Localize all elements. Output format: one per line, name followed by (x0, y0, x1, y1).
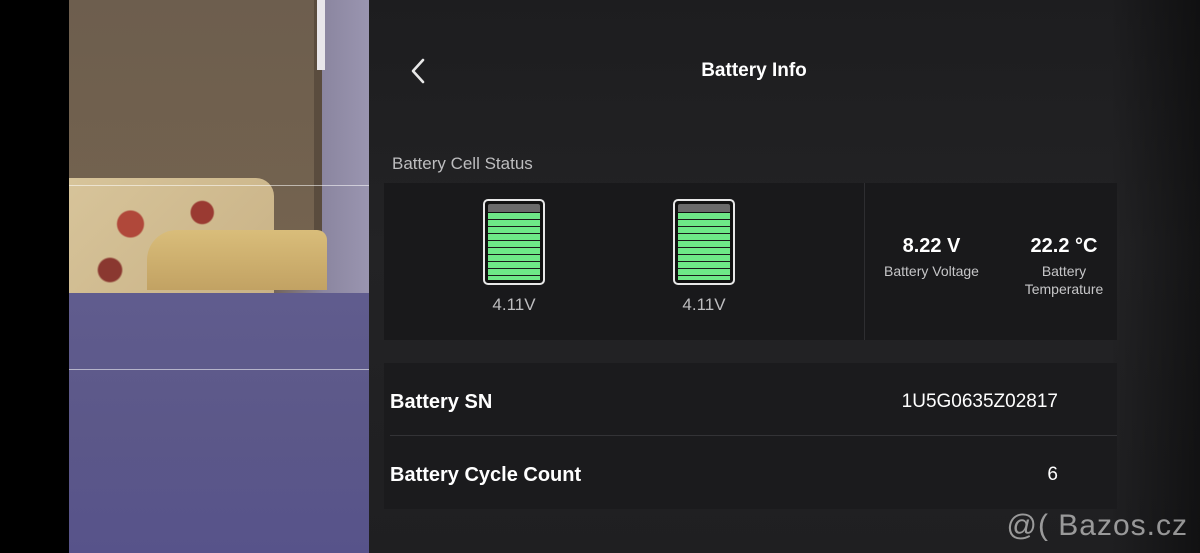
panel-edge-shade (1110, 0, 1200, 553)
camera-feed[interactable] (69, 0, 369, 553)
battery-level-fill (488, 213, 540, 280)
battery-info-panel: Battery Info Battery Cell Status 4.11V 4… (369, 0, 1200, 553)
battery-temperature-value: 22.2 °C (1030, 235, 1098, 257)
watermark: @( Bazos.cz (1006, 509, 1188, 542)
info-row-cycle-count: Battery Cycle Count 6 (390, 439, 1117, 511)
info-value: 1U5G0635Z02817 (901, 391, 1058, 412)
section-label-cell-status: Battery Cell Status (392, 154, 533, 173)
info-value: 6 (1047, 464, 1058, 485)
info-row-battery-sn: Battery SN 1U5G0635Z02817 (390, 366, 1117, 438)
camera-grid-line (69, 369, 369, 370)
cell-voltage: 4.11V (492, 295, 536, 314)
battery-cell: 4.11V (669, 199, 739, 315)
divider (390, 435, 1117, 436)
battery-temperature-metric: 22.2 °C Battery Temperature (1009, 235, 1119, 298)
camera-chair-arm (147, 230, 327, 290)
info-key: Battery SN (390, 390, 493, 413)
battery-voltage-metric: 8.22 V Battery Voltage (874, 235, 989, 280)
cell-status-card: 4.11V 4.11V 8.22 V Battery Voltage 22.2 … (384, 183, 1117, 340)
divider (864, 183, 865, 340)
battery-details-card: Battery SN 1U5G0635Z02817 Battery Cycle … (384, 363, 1117, 509)
battery-cell: 4.11V (479, 199, 549, 315)
camera-grid-line (69, 185, 369, 186)
battery-voltage-value: 8.22 V (902, 235, 961, 257)
battery-level-fill (678, 213, 730, 280)
battery-voltage-label: Battery Voltage (884, 263, 979, 279)
info-key: Battery Cycle Count (390, 463, 582, 486)
battery-temperature-label: Battery Temperature (1024, 263, 1104, 297)
left-black-bar (0, 0, 69, 553)
battery-icon (673, 199, 735, 285)
page-title: Battery Info (701, 60, 807, 81)
cell-voltage: 4.11V (682, 295, 726, 314)
battery-icon (483, 199, 545, 285)
camera-floor (69, 293, 369, 553)
camera-window (317, 0, 325, 70)
